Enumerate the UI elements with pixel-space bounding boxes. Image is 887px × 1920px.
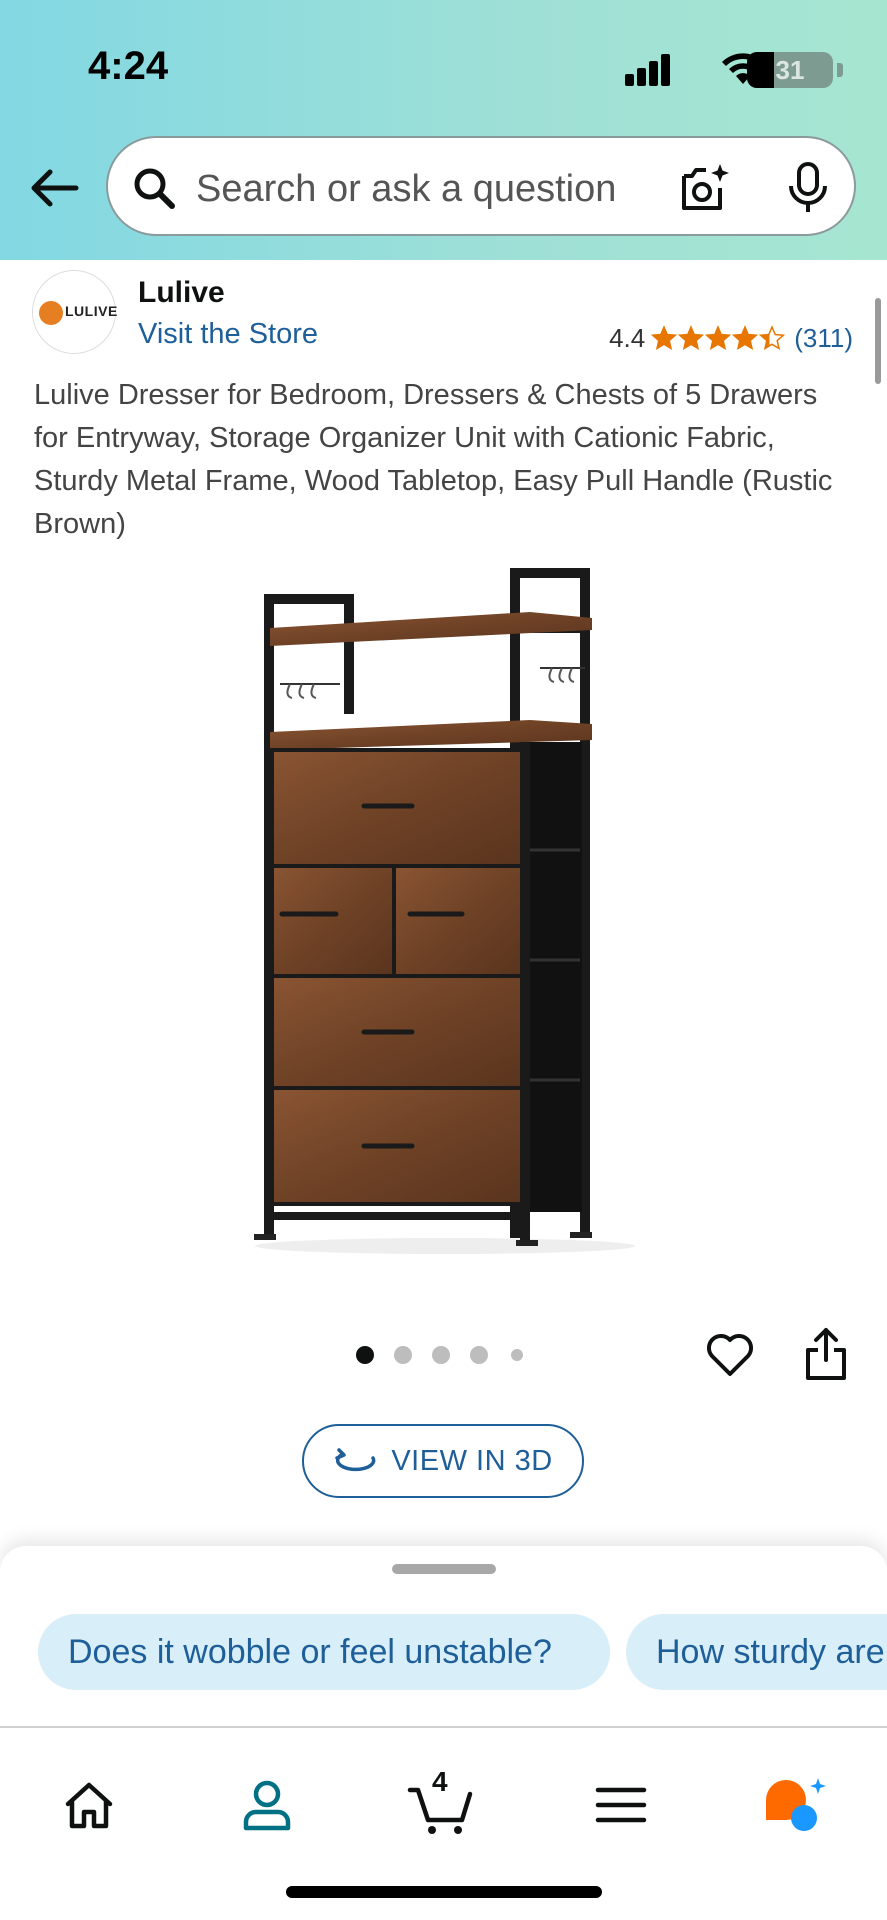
review-count[interactable]: (311) xyxy=(794,323,853,354)
account-icon[interactable] xyxy=(232,1770,302,1840)
rating-value: 4.4 xyxy=(609,322,646,353)
star-icon xyxy=(732,325,759,351)
share-icon[interactable] xyxy=(800,1326,852,1382)
rating-summary[interactable]: 4.4 (311) xyxy=(609,320,853,356)
product-image[interactable] xyxy=(240,560,650,1260)
carousel-dot[interactable] xyxy=(432,1346,450,1364)
home-indicator xyxy=(286,1886,602,1898)
search-input[interactable] xyxy=(194,160,758,218)
brand-name: Lulive xyxy=(138,276,225,309)
question-chip[interactable]: Does it wobble or feel unstable? xyxy=(38,1614,610,1690)
carousel-dot[interactable] xyxy=(511,1349,523,1361)
carousel-dot[interactable] xyxy=(470,1346,488,1364)
cart-count: 4 xyxy=(432,1766,448,1797)
star-icon xyxy=(705,325,732,351)
star-rating xyxy=(651,325,786,351)
carousel-dot[interactable] xyxy=(394,1346,412,1364)
bottom-tab-bar: 4 xyxy=(0,1726,887,1920)
product-title: Lulive Dresser for Bedroom, Dressers & C… xyxy=(34,379,833,540)
heart-icon[interactable] xyxy=(704,1328,756,1380)
cellular-signal-icon xyxy=(625,54,673,86)
view-in-3d-label: VIEW IN 3D xyxy=(391,1444,553,1477)
cart-tab[interactable]: 4 xyxy=(406,1766,476,1840)
carousel-dot-active[interactable] xyxy=(356,1346,374,1364)
header: 4:24 31 xyxy=(0,0,887,260)
visit-store-link[interactable]: Visit the Store xyxy=(138,318,318,351)
menu-icon[interactable] xyxy=(586,1770,656,1840)
question-chip[interactable]: How sturdy are xyxy=(626,1614,887,1690)
battery-icon: 31 xyxy=(747,52,843,88)
search-bar[interactable] xyxy=(106,136,856,236)
ask-rufus-sheet: Does it wobble or feel unstable? How stu… xyxy=(0,1546,887,1726)
microphone-icon[interactable] xyxy=(786,160,830,216)
rufus-icon[interactable] xyxy=(760,1770,830,1840)
scrollbar xyxy=(875,298,881,384)
search-icon xyxy=(134,168,175,209)
camera-search-icon[interactable] xyxy=(676,160,732,216)
store-logo-text: LULIVE xyxy=(65,303,118,319)
star-icon xyxy=(759,325,786,351)
home-icon[interactable] xyxy=(54,1770,124,1840)
sheet-drag-handle[interactable] xyxy=(392,1564,496,1574)
battery-percent: 31 xyxy=(775,55,805,85)
rotate-3d-icon xyxy=(335,1448,376,1472)
star-icon xyxy=(678,325,705,351)
view-in-3d-button[interactable]: VIEW IN 3D xyxy=(302,1424,584,1498)
status-time: 4:24 xyxy=(88,44,169,88)
star-icon xyxy=(651,325,678,351)
store-logo[interactable]: LULIVE xyxy=(32,270,118,354)
back-arrow-icon[interactable] xyxy=(26,164,82,212)
